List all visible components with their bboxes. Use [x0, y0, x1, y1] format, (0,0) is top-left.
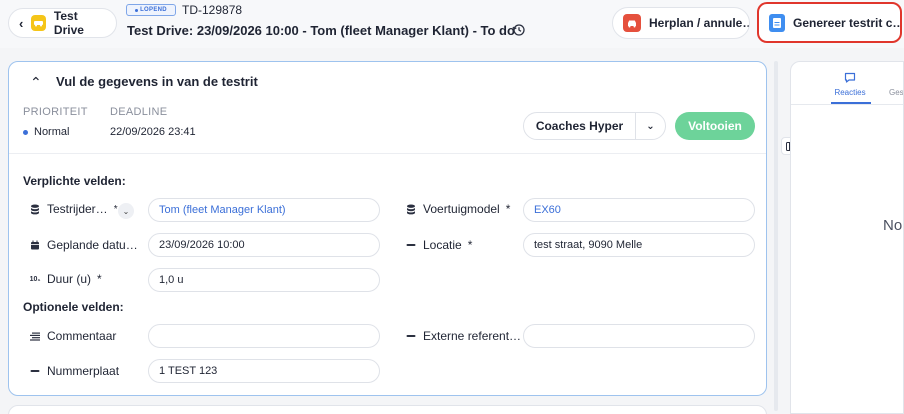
replan-cancel-button[interactable]: Herplan / annule… [612, 7, 750, 39]
history-icon[interactable] [512, 23, 528, 39]
dash-icon [29, 369, 41, 373]
required-marker: * [467, 238, 473, 252]
duration-label-text: Duur (u) [47, 272, 92, 286]
required-marker: * [97, 272, 102, 286]
location-field[interactable]: test straat, 9090 Melle [523, 233, 755, 257]
model-field-label: Voertuigmodel * [405, 202, 510, 216]
card-title: Vul de gegevens in van de testrit [56, 74, 258, 89]
comment-field[interactable] [148, 324, 380, 348]
chevron-left-icon: ‹ [19, 15, 24, 31]
testdrive-form-card: ⌃ Vul de gegevens in van de testrit PRIO… [8, 61, 767, 396]
location-field-label: Locatie * [405, 238, 472, 252]
activity-panel: Reacties Ges No [790, 61, 904, 414]
required-marker: * [505, 202, 511, 216]
empty-state-text: No [883, 217, 903, 234]
car-front-icon [623, 14, 641, 32]
tab-reacties-label: Reacties [834, 88, 866, 97]
duration-field-label: 10₁ Duur (u) * [29, 272, 102, 286]
deadline-value: 22/09/2026 23:41 [110, 126, 196, 138]
model-label-text: Voertuigmodel [423, 202, 500, 216]
planned-date-field[interactable]: 23/09/2026 10:00 [148, 233, 380, 257]
deadline-label: DEADLINE [110, 106, 168, 118]
plate-label-text: Nummerplaat [47, 364, 120, 378]
chevron-down-icon[interactable]: ⌄ [636, 121, 665, 132]
chevron-up-icon[interactable]: ⌃ [30, 74, 42, 91]
model-field[interactable]: EX60 [523, 198, 755, 222]
planned-date-field-label: Geplande datu… [29, 238, 138, 252]
tab-reacties[interactable]: Reacties [831, 72, 869, 97]
tab-second[interactable]: Ges [889, 88, 903, 97]
priority-dot-icon [23, 129, 28, 135]
car-icon [31, 15, 46, 31]
card-header: ⌃ Vul de gegevens in van de testrit PRIO… [9, 62, 766, 154]
text-lines-icon [29, 332, 41, 341]
coach-select-button[interactable]: Coaches Hyper ⌄ [523, 112, 666, 140]
main-scrollbar[interactable] [774, 61, 778, 411]
back-button[interactable]: ‹ Test Drive [8, 8, 117, 38]
external-ref-field-label: Externe referent… [405, 329, 521, 343]
driver-dropdown-icon[interactable]: ⌄ [118, 203, 134, 219]
required-marker: * [113, 203, 118, 215]
back-button-label: Test Drive [53, 9, 84, 37]
generate-testdrive-button[interactable]: Genereer testrit c… [757, 2, 902, 43]
optional-section-title: Optionele velden: [23, 300, 124, 314]
database-icon [405, 204, 417, 215]
page-title: Test Drive: 23/09/2026 10:00 - Tom (flee… [127, 23, 515, 38]
top-bar: ‹ Test Drive LOPEND TD-129878 Test Drive… [0, 0, 904, 48]
status-dot-icon [135, 8, 139, 12]
comment-field-label: Commentaar [29, 329, 116, 343]
generate-testdrive-label: Genereer testrit c… [793, 15, 902, 30]
status-badge-label: LOPEND [140, 7, 167, 13]
location-label-text: Locatie [423, 238, 462, 252]
priority-value: Normal [23, 126, 69, 138]
numeric-icon: 10₁ [29, 275, 41, 283]
plate-field-label: Nummerplaat [29, 364, 119, 378]
planned-label-text: Geplande datu… [47, 238, 138, 252]
plate-field[interactable]: 1 TEST 123 [148, 359, 380, 383]
finish-button[interactable]: Voltooien [675, 112, 755, 140]
tabs-divider [791, 104, 903, 105]
replan-cancel-label: Herplan / annule… [649, 16, 750, 30]
required-section-title: Verplichte velden: [23, 174, 126, 188]
dash-icon [405, 334, 417, 338]
driver-field-label: Testrijder… * [29, 202, 118, 216]
database-icon [29, 204, 41, 215]
comment-label-text: Commentaar [47, 329, 117, 343]
ticket-id: TD-129878 [182, 3, 243, 17]
external-ref-field[interactable] [523, 324, 755, 348]
dash-icon [405, 243, 417, 247]
driver-label-text: Testrijder… [47, 202, 108, 216]
document-icon [769, 13, 785, 32]
calendar-icon [29, 240, 41, 250]
chat-icon [831, 72, 869, 86]
priority-label: PRIORITEIT [23, 106, 88, 118]
priority-value-text: Normal [34, 126, 70, 138]
next-card [8, 405, 767, 414]
coach-select-label: Coaches Hyper [524, 113, 636, 139]
external-ref-label-text: Externe referent… [423, 329, 522, 343]
duration-field[interactable]: 1,0 u [148, 268, 380, 292]
driver-field[interactable]: Tom (fleet Manager Klant) [148, 198, 380, 222]
status-badge: LOPEND [126, 4, 176, 16]
